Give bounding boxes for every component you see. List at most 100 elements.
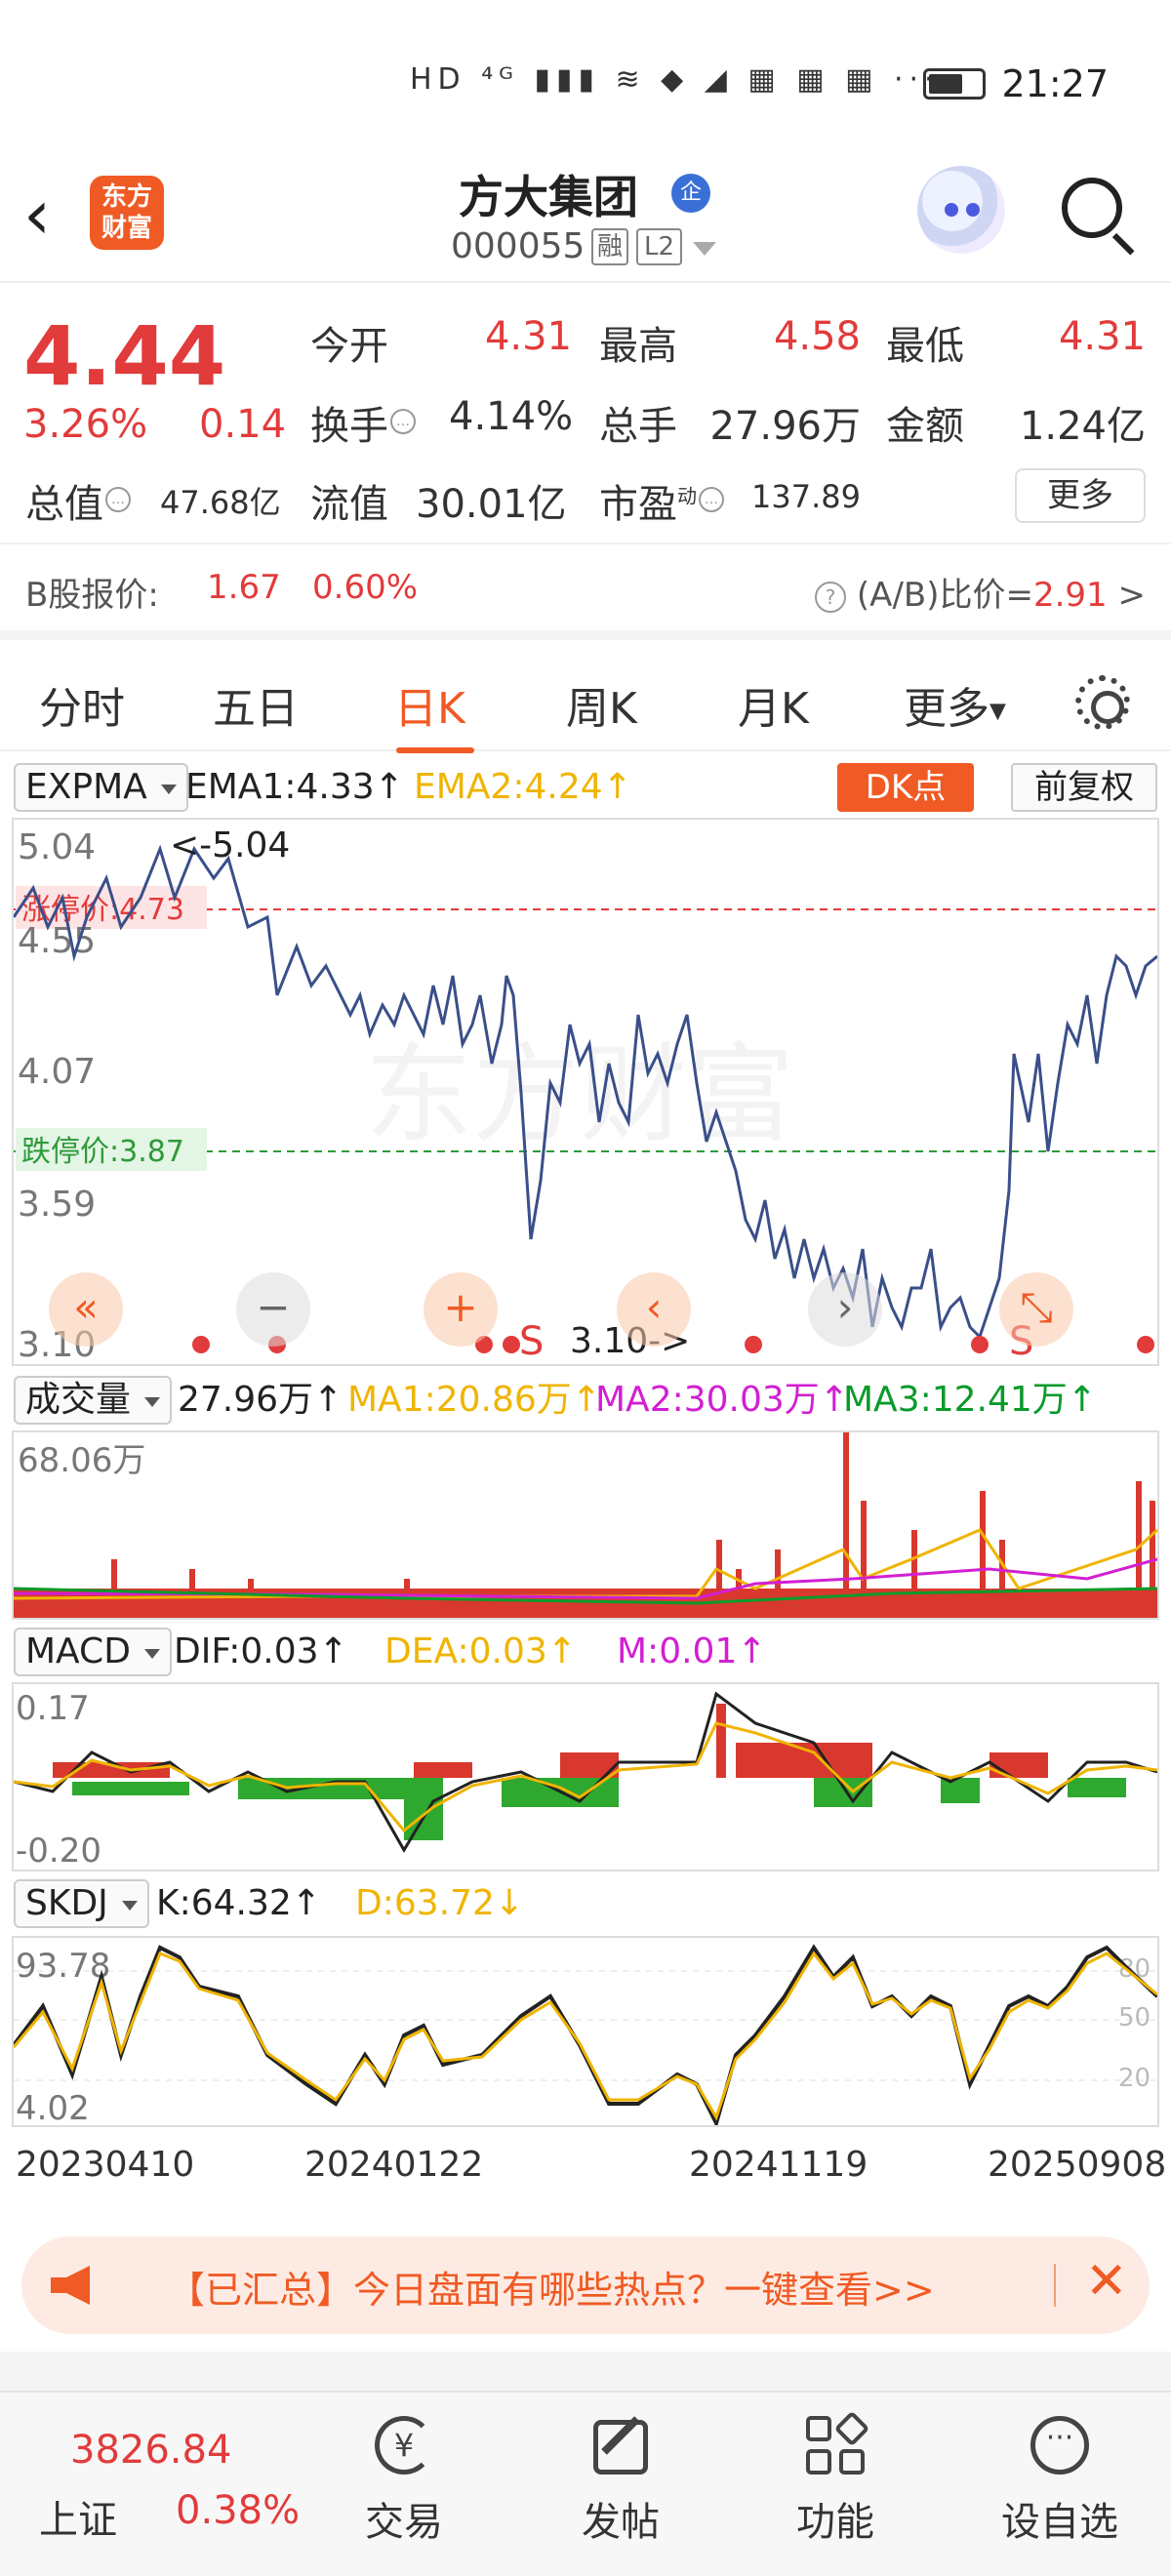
macd-y-bottom: -0.20 xyxy=(16,1831,101,1870)
pan-right-icon[interactable]: › xyxy=(808,1272,882,1347)
b-share-price: 1.67 xyxy=(207,568,281,607)
price-chart: 东方财富 涨停价:4.73 跌停价:3.87 5.04 4.55 4.07 3.… xyxy=(12,825,1158,1365)
index-value: 3826.84 xyxy=(70,2428,232,2473)
index-pct: 0.38% xyxy=(176,2488,301,2533)
price-chart-panel[interactable]: 东方财富 涨停价:4.73 跌停价:3.87 5.04 4.55 4.07 3.… xyxy=(12,818,1159,1366)
limit-down-label: 跌停价:3.87 xyxy=(21,1135,184,1169)
stock-code[interactable]: 000055 xyxy=(451,226,585,266)
skdj-chart: 93.78 4.02 80 50 20 xyxy=(12,1944,1159,2129)
logo-line1: 东方 xyxy=(101,182,152,212)
tab-more[interactable]: 更多▼ xyxy=(904,673,1006,736)
float-label: 流值 xyxy=(310,482,388,527)
macd-histogram xyxy=(53,1704,1126,1840)
status-icons: HD ⁴ᴳ ▮▮▮ ≋ ◆ ◢ ▦ ▦ ▦ ··· xyxy=(410,62,940,97)
ab-ratio-value: 2.91 xyxy=(1032,576,1108,615)
hot-topics-banner[interactable]: 【已汇总】今日盘面有哪些热点？一键查看>> ✕ xyxy=(21,2236,1150,2334)
skdj-tick-80: 80 xyxy=(1118,1954,1151,1984)
back-chevron-icon[interactable]: ‹ xyxy=(23,176,51,254)
volume-ma1-line xyxy=(13,1528,1159,1600)
dk-point-button[interactable]: DK点 xyxy=(837,763,974,812)
volume-ma2: MA2:30.03万↑ xyxy=(595,1380,849,1420)
turnover-value: 4.14% xyxy=(449,394,574,439)
skdj-k-line xyxy=(12,1944,1159,2129)
close-icon[interactable]: ✕ xyxy=(1085,2252,1128,2311)
nav-add-watchlist[interactable]: ··· 设自选 xyxy=(982,2412,1138,2547)
quote-panel: 4.44 3.26% 0.14 今开 4.31 最高 4.58 最低 4.31 … xyxy=(0,285,1171,529)
yuan-refresh-icon: ¥ xyxy=(371,2412,437,2478)
tab-five-day[interactable]: 五日 xyxy=(213,673,299,736)
more-button[interactable]: 更多 xyxy=(1015,468,1146,523)
skdj-indicator-select[interactable]: SKDJ xyxy=(14,1879,149,1928)
high-value: 4.58 xyxy=(773,314,861,359)
tab-weekly-k[interactable]: 周K xyxy=(566,673,637,736)
volume-indicator-select[interactable]: 成交量 xyxy=(14,1376,173,1425)
rewind-icon[interactable]: « xyxy=(49,1272,123,1347)
skdj-d-line xyxy=(12,1951,1158,2121)
caret-down-icon[interactable] xyxy=(693,242,716,256)
search-icon[interactable] xyxy=(1062,178,1122,238)
b-share-label: B股报价: xyxy=(25,576,159,615)
edit-icon xyxy=(587,2412,654,2478)
change-pct: 3.26% xyxy=(23,402,148,447)
nav-trade[interactable]: ¥ 交易 xyxy=(326,2412,482,2547)
nav-functions-label: 功能 xyxy=(796,2500,874,2545)
nav-post[interactable]: 发帖 xyxy=(543,2412,699,2547)
banner-divider xyxy=(1054,2264,1056,2307)
macd-y-top: 0.17 xyxy=(16,1689,90,1728)
turnover-label[interactable]: 换手… xyxy=(310,394,416,451)
tab-intraday[interactable]: 分时 xyxy=(39,673,125,736)
megaphone-icon xyxy=(51,2266,90,2305)
nav-add-watchlist-label: 设自选 xyxy=(1001,2500,1118,2545)
volume-legend: 成交量 27.96万↑ MA1:20.86万↑ MA2:30.03万↑ MA3:… xyxy=(0,1372,1171,1427)
volume-chart: 68.06万 xyxy=(13,1432,1159,1618)
pan-left-icon[interactable]: ‹ xyxy=(617,1272,691,1347)
tab-more-label: 更多 xyxy=(904,684,989,734)
macd-dea: DEA:0.03↑ xyxy=(384,1631,577,1671)
macd-chart-panel[interactable]: 0.17 -0.20 xyxy=(12,1682,1159,1872)
pe-value: 137.89 xyxy=(751,478,861,515)
volume-chart-panel[interactable]: 68.06万 xyxy=(12,1430,1159,1620)
help-icon[interactable]: ? xyxy=(815,581,847,613)
apps-grid-icon xyxy=(802,2410,870,2478)
skdj-chart-panel[interactable]: 93.78 4.02 80 50 20 xyxy=(12,1936,1159,2129)
tab-daily-k[interactable]: 日K xyxy=(394,673,465,736)
turnover-label-text: 换手 xyxy=(310,404,388,449)
volume-label: 总手 xyxy=(599,404,677,449)
nav-functions[interactable]: 功能 xyxy=(757,2410,913,2547)
level2-badge: L2 xyxy=(636,228,683,265)
zoom-in-icon[interactable]: + xyxy=(424,1272,498,1347)
pe-sup: 动 xyxy=(677,484,697,508)
macd-dif: DIF:0.03↑ xyxy=(174,1631,348,1671)
status-bar: HD ⁴ᴳ ▮▮▮ ≋ ◆ ◢ ▦ ▦ ▦ ··· 21:27 xyxy=(0,0,1171,156)
banner-text[interactable]: 【已汇总】今日盘面有哪些热点？一键查看>> xyxy=(168,2260,935,2314)
pe-label[interactable]: 市盈动… xyxy=(599,472,724,529)
float-value: 30.01亿 xyxy=(416,482,567,527)
date-3: 20241119 xyxy=(689,2145,868,2185)
open-value: 4.31 xyxy=(484,314,572,359)
volume-value: 27.96万 xyxy=(709,404,861,449)
change-amount: 0.14 xyxy=(199,402,287,447)
last-price: 4.44 xyxy=(23,308,226,404)
macd-indicator-select[interactable]: MACD xyxy=(14,1628,172,1676)
zoom-out-icon[interactable]: − xyxy=(236,1272,310,1347)
sell-marker: S xyxy=(519,1319,544,1364)
gear-icon[interactable] xyxy=(1075,675,1130,730)
adjust-select-button[interactable]: 前复权 xyxy=(1011,763,1157,812)
main-indicator-select[interactable]: EXPMA xyxy=(14,763,188,812)
ema1-value: EMA1:4.33↑ xyxy=(185,767,404,807)
amount-label: 金额 xyxy=(886,404,964,449)
ab-ratio-label: (A/B)比价= xyxy=(856,576,1033,615)
battery-icon xyxy=(923,68,986,100)
fullscreen-icon[interactable]: ⤡ xyxy=(999,1272,1073,1347)
status-time: 21:27 xyxy=(1001,62,1109,105)
mktcap-label[interactable]: 总值… xyxy=(25,472,131,529)
b-share-row[interactable]: B股报价: 1.67 0.60% ? (A/B)比价=2.91 > xyxy=(0,543,1171,640)
triangle-down-icon: ▼ xyxy=(989,699,1006,724)
robot-assistant-icon[interactable] xyxy=(917,166,1005,254)
nav-post-label: 发帖 xyxy=(582,2500,660,2545)
date-1: 20230410 xyxy=(16,2145,195,2185)
stock-header: ‹ 东方 财富 方大集团 企 000055 融 L2 xyxy=(0,156,1171,283)
tab-monthly-k[interactable]: 月K xyxy=(738,673,809,736)
amount-value: 1.24亿 xyxy=(1019,404,1146,449)
ab-ratio-arrow: > xyxy=(1117,576,1147,615)
